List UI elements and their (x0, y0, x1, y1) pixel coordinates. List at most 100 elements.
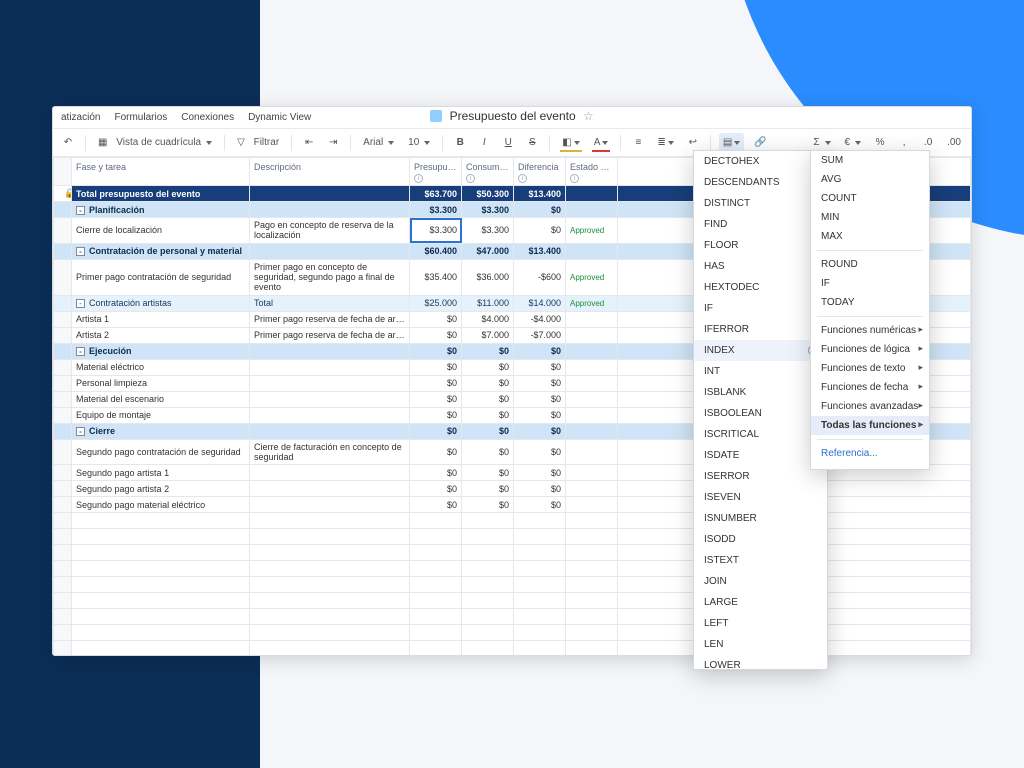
cell-consumed[interactable]: $4.000 (462, 311, 514, 327)
cell-consumed[interactable]: $0 (462, 391, 514, 407)
cell-consumed[interactable]: $47.000 (462, 243, 514, 259)
cell-diff[interactable]: $0 (514, 218, 566, 244)
cell-empty[interactable] (250, 513, 410, 529)
cell-empty[interactable] (410, 513, 462, 529)
table-row[interactable]: Segundo pago material eléctrico$0$0$0 (54, 497, 971, 513)
expander-icon[interactable]: - (76, 247, 85, 256)
cell-budget[interactable]: $0 (410, 359, 462, 375)
cell-status[interactable] (566, 202, 618, 218)
cell-status[interactable] (566, 343, 618, 359)
cell-empty[interactable] (410, 609, 462, 625)
cell-task[interactable]: Segundo pago artista 2 (72, 481, 250, 497)
cell-description[interactable] (250, 465, 410, 481)
cell-description[interactable] (250, 497, 410, 513)
cell-diff[interactable]: $0 (514, 359, 566, 375)
cell-budget[interactable]: $63.700 (410, 186, 462, 202)
cell-empty[interactable] (462, 577, 514, 593)
cell-consumed[interactable]: $0 (462, 407, 514, 423)
cell-budget[interactable]: $60.400 (410, 243, 462, 259)
cell-task[interactable]: Segundo pago contratación de seguridad (72, 439, 250, 465)
cell-empty[interactable] (462, 625, 514, 641)
cell-diff[interactable]: $0 (514, 481, 566, 497)
cell-empty[interactable] (410, 641, 462, 655)
cell-empty[interactable] (566, 609, 618, 625)
cell-empty[interactable] (514, 545, 566, 561)
cell-budget[interactable]: $0 (410, 465, 462, 481)
font-size-picker[interactable]: 10 (404, 133, 434, 153)
indent-icon[interactable]: ⇥ (324, 133, 342, 153)
cell-status[interactable] (566, 327, 618, 343)
cell-empty[interactable] (54, 609, 72, 625)
cell-empty[interactable] (566, 641, 618, 655)
cell-diff[interactable]: $0 (514, 439, 566, 465)
cell-empty[interactable] (54, 561, 72, 577)
cell-empty[interactable] (54, 513, 72, 529)
row-handle[interactable] (54, 391, 72, 407)
cell-diff[interactable]: $0 (514, 497, 566, 513)
col-header-status[interactable]: Estado de aprovacióni (566, 158, 618, 186)
table-row-empty[interactable] (54, 529, 971, 545)
function-category-item[interactable]: TODAY (811, 293, 929, 312)
cell-task[interactable]: Material eléctrico (72, 359, 250, 375)
cell-consumed[interactable]: $11.000 (462, 295, 514, 311)
row-handle[interactable] (54, 343, 72, 359)
cell-task[interactable]: -Planificación (72, 202, 250, 218)
cell-task[interactable]: -Cierre (72, 423, 250, 439)
cell-diff[interactable]: $0 (514, 465, 566, 481)
function-item[interactable]: FIND (694, 214, 827, 235)
cell-task[interactable]: Total presupuesto del evento (72, 186, 250, 202)
cell-budget[interactable]: $35.400 (410, 259, 462, 295)
info-icon[interactable]: i (518, 174, 527, 183)
info-icon[interactable]: i (570, 174, 579, 183)
cell-empty[interactable] (250, 545, 410, 561)
cell-budget[interactable]: $0 (410, 439, 462, 465)
function-item[interactable]: ISERROR (694, 466, 827, 487)
function-item[interactable]: IF (694, 298, 827, 319)
cell-consumed[interactable]: $0 (462, 497, 514, 513)
cell-empty[interactable] (462, 545, 514, 561)
function-category-item[interactable]: AVG (811, 170, 929, 189)
cell-status[interactable] (566, 481, 618, 497)
cell-empty[interactable] (250, 641, 410, 655)
cell-consumed[interactable]: $0 (462, 375, 514, 391)
strike-button[interactable]: S (523, 133, 541, 153)
text-color-button[interactable]: A (590, 133, 613, 153)
cell-status[interactable] (566, 423, 618, 439)
cell-diff[interactable]: -$7.000 (514, 327, 566, 343)
cell-task[interactable]: -Contratación de personal y material (72, 243, 250, 259)
cell-empty[interactable] (72, 513, 250, 529)
cell-description[interactable]: Primer pago en concepto de seguridad, se… (250, 259, 410, 295)
cell-task[interactable]: Equipo de montaje (72, 407, 250, 423)
function-item[interactable]: ISCRITICAL (694, 424, 827, 445)
cell-empty[interactable] (462, 513, 514, 529)
cell-budget[interactable]: $0 (410, 497, 462, 513)
cell-status[interactable] (566, 407, 618, 423)
function-item[interactable]: INDEXi (694, 340, 827, 361)
col-header-consumed[interactable]: Consumidoi (462, 158, 514, 186)
cell-consumed[interactable]: $0 (462, 423, 514, 439)
function-item[interactable]: ISTEXT (694, 550, 827, 571)
view-picker[interactable]: ▦ Vista de cuadrícula (94, 133, 216, 153)
cell-task[interactable]: Cierre de localización (72, 218, 250, 244)
cell-empty[interactable] (54, 625, 72, 641)
cell-task[interactable]: Artista 2 (72, 327, 250, 343)
cell-status[interactable]: Approved (566, 259, 618, 295)
cell-consumed[interactable]: $0 (462, 481, 514, 497)
cell-description[interactable] (250, 343, 410, 359)
cell-diff[interactable]: $0 (514, 423, 566, 439)
cell-consumed[interactable]: $0 (462, 343, 514, 359)
table-row-empty[interactable] (54, 641, 971, 655)
cell-empty[interactable] (72, 561, 250, 577)
expander-icon[interactable]: - (76, 347, 85, 356)
function-category-item[interactable]: Funciones de fecha (811, 378, 929, 397)
cell-empty[interactable] (514, 609, 566, 625)
function-category-item[interactable]: COUNT (811, 189, 929, 208)
cell-status[interactable] (566, 375, 618, 391)
fill-color-button[interactable]: ◧ (558, 133, 583, 153)
cell-consumed[interactable]: $50.300 (462, 186, 514, 202)
row-handle[interactable] (54, 439, 72, 465)
undo-icon[interactable]: ↶ (59, 133, 77, 153)
cell-empty[interactable] (410, 577, 462, 593)
info-icon[interactable]: i (414, 174, 423, 183)
cell-empty[interactable] (462, 593, 514, 609)
